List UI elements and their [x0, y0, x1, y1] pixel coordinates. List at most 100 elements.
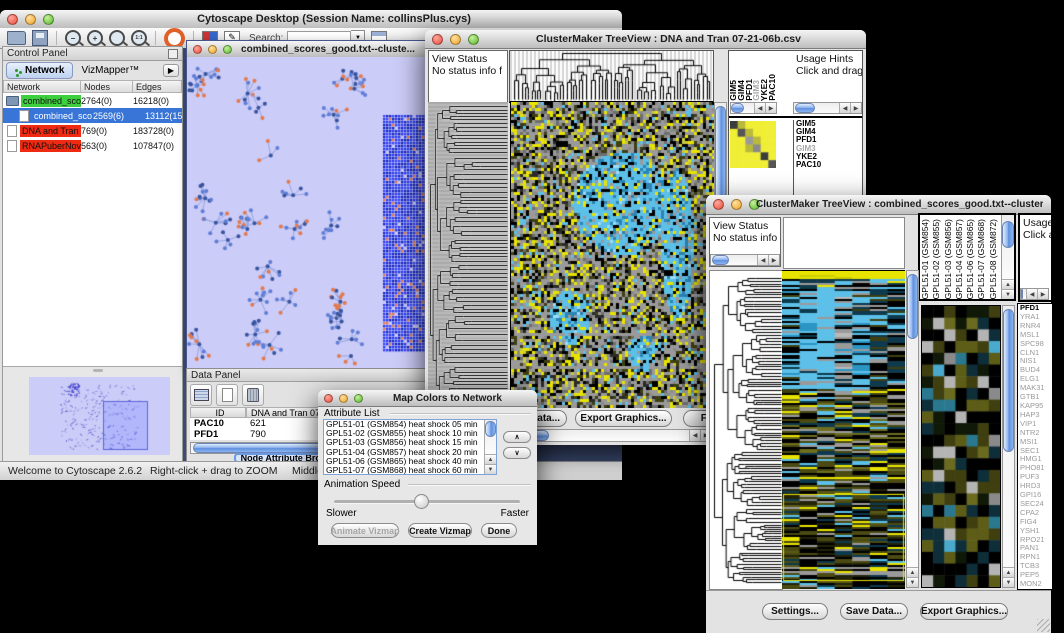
scroll-left-icon[interactable]: ◀	[754, 103, 765, 113]
move-down-button[interactable]: ∨	[503, 447, 531, 459]
tab-vizmapper[interactable]: VizMapper™	[73, 65, 147, 76]
zoom-selected-icon[interactable]	[109, 30, 125, 46]
usage-hints-hscroll[interactable]: ◀▶	[1020, 288, 1049, 300]
scrollbar-track[interactable]	[907, 271, 918, 567]
scrollbar-track[interactable]	[1021, 289, 1026, 299]
network-canvas[interactable]	[187, 57, 431, 371]
scrollbar-thumb[interactable]	[712, 255, 729, 265]
zoom-window-icon[interactable]	[43, 14, 54, 25]
scroll-right-icon[interactable]: ▶	[1037, 289, 1048, 299]
scroll-left-icon[interactable]: ◀	[689, 430, 700, 441]
minimize-icon[interactable]	[25, 14, 36, 25]
close-icon[interactable]	[193, 45, 202, 54]
scrollbar-track[interactable]	[794, 103, 839, 113]
network-table-row[interactable]: combined_sco2569(6)13112(15)	[3, 108, 182, 123]
scroll-down-icon[interactable]: ▼	[1002, 289, 1014, 299]
zoom-window-icon[interactable]	[354, 394, 363, 403]
scrollbar-thumb[interactable]	[485, 421, 496, 437]
network-overview-canvas[interactable]	[29, 377, 170, 455]
column-header-nodes[interactable]: Nodes	[81, 80, 133, 93]
scroll-up-icon[interactable]: ▲	[485, 454, 496, 464]
save-data-button[interactable]: Save Data...	[840, 603, 908, 620]
export-graphics-button[interactable]: Export Graphics...	[575, 410, 672, 427]
network-table-row[interactable]: DNA and Tran 07769(0)183728(0)	[3, 123, 182, 138]
view-status-hscroll[interactable]: ◀▶	[710, 254, 780, 266]
scrollbar-thumb[interactable]	[907, 274, 918, 339]
select-attributes-button[interactable]	[190, 384, 212, 406]
scroll-right-icon[interactable]: ▶	[850, 103, 861, 113]
attribute-list-item[interactable]: GPL51-07 (GSM868) heat shock 60 min	[324, 466, 484, 474]
id-column-header[interactable]: ID	[190, 407, 246, 418]
delete-attribute-button[interactable]	[242, 384, 264, 406]
resize-grip[interactable]	[1037, 619, 1050, 632]
scrollbar-track[interactable]	[1002, 215, 1014, 279]
heatmap-canvas[interactable]	[782, 270, 905, 589]
network-table-row[interactable]: RNAPuberNov2+563(0)107847(0)	[3, 138, 182, 153]
heatmap-vscroll[interactable]: ▲▼	[906, 270, 919, 588]
zoom-matrix-canvas[interactable]	[730, 121, 776, 168]
minimize-icon[interactable]	[208, 45, 217, 54]
zoom-in-icon[interactable]: +	[87, 30, 103, 46]
open-file-icon[interactable]	[7, 31, 26, 45]
zoom-actual-icon[interactable]: 1:1	[131, 30, 147, 46]
scrollbar-thumb[interactable]	[731, 103, 744, 113]
zoom-window-icon[interactable]	[223, 45, 232, 54]
heatmap-canvas[interactable]	[510, 102, 714, 408]
close-icon[interactable]	[324, 394, 333, 403]
float-panel-icon[interactable]	[168, 49, 178, 59]
speed-slider-thumb[interactable]	[414, 494, 429, 509]
panel-resize-handle[interactable]	[93, 369, 103, 372]
treeview2-titlebar[interactable]: ClusterMaker TreeView : combined_scores_…	[706, 195, 1051, 215]
usage-hints-hscroll[interactable]: ◀▶	[793, 102, 862, 114]
scroll-right-icon[interactable]: ▶	[765, 103, 776, 113]
close-icon[interactable]	[432, 34, 443, 45]
scroll-up-icon[interactable]: ▲	[1003, 567, 1014, 577]
scroll-down-icon[interactable]: ▼	[1003, 577, 1014, 587]
zoom-heatmap-vscroll[interactable]: ▲▼	[1002, 305, 1015, 588]
scrollbar-track[interactable]	[1003, 306, 1014, 567]
main-titlebar[interactable]: Cytoscape Desktop (Session Name: collins…	[0, 10, 622, 29]
minimize-icon[interactable]	[731, 199, 742, 210]
row-dendrogram[interactable]	[709, 270, 783, 590]
close-icon[interactable]	[713, 199, 724, 210]
network-table-row[interactable]: combined_scores2764(0)16218(0)	[3, 93, 182, 108]
move-up-button[interactable]: ∧	[503, 431, 531, 443]
column-dendrogram-area[interactable]	[783, 217, 905, 269]
column-labels-vscroll[interactable]: ▲▼	[1001, 215, 1014, 299]
treeview1-titlebar[interactable]: ClusterMaker TreeView : DNA and Tran 07-…	[425, 30, 866, 49]
dialog-titlebar[interactable]: Map Colors to Network	[318, 390, 537, 407]
row-dendrogram[interactable]	[428, 102, 508, 408]
scroll-up-icon[interactable]: ▲	[907, 567, 918, 577]
done-button[interactable]: Done	[481, 523, 517, 538]
zoom-window-icon[interactable]	[468, 34, 479, 45]
scrollbar-track[interactable]	[711, 255, 757, 265]
zoom-out-icon[interactable]: −	[65, 30, 81, 46]
zoom-heatmap-canvas[interactable]	[921, 305, 1001, 588]
scroll-right-icon[interactable]: ▶	[768, 255, 779, 265]
scroll-left-icon[interactable]: ◀	[839, 103, 850, 113]
minimize-icon[interactable]	[450, 34, 461, 45]
close-icon[interactable]	[7, 14, 18, 25]
create-vizmap-button[interactable]: Create Vizmap	[408, 523, 472, 538]
scroll-down-icon[interactable]: ▼	[907, 577, 918, 587]
scrollbar-thumb[interactable]	[1003, 309, 1014, 453]
scroll-left-icon[interactable]: ◀	[1026, 289, 1037, 299]
column-labels-hscroll[interactable]: ◀▶	[730, 102, 777, 114]
export-graphics-button[interactable]: Export Graphics...	[920, 603, 1008, 620]
scroll-up-icon[interactable]: ▲	[1002, 279, 1014, 289]
save-icon[interactable]	[32, 30, 48, 46]
animate-vizmap-button[interactable]: Animate Vizmap	[331, 523, 399, 538]
scrollbar-track[interactable]	[485, 420, 496, 454]
tab-network[interactable]: Network	[6, 62, 73, 79]
scrollbar-thumb[interactable]	[795, 103, 815, 113]
scrollbar-thumb[interactable]	[1021, 289, 1023, 299]
column-header-edges[interactable]: Edges	[133, 80, 182, 93]
treeview1-bottom-hscroll[interactable]: ◀▶	[509, 429, 712, 442]
scroll-down-icon[interactable]: ▼	[485, 464, 496, 474]
scroll-left-icon[interactable]: ◀	[757, 255, 768, 265]
column-header-network[interactable]: Network	[3, 80, 81, 93]
attribute-list-vscroll[interactable]: ▲▼	[484, 420, 496, 474]
network-view-titlebar[interactable]: combined_scores_good.txt--cluste...	[187, 41, 431, 58]
column-dendrogram[interactable]	[509, 50, 714, 103]
minimize-icon[interactable]	[339, 394, 348, 403]
